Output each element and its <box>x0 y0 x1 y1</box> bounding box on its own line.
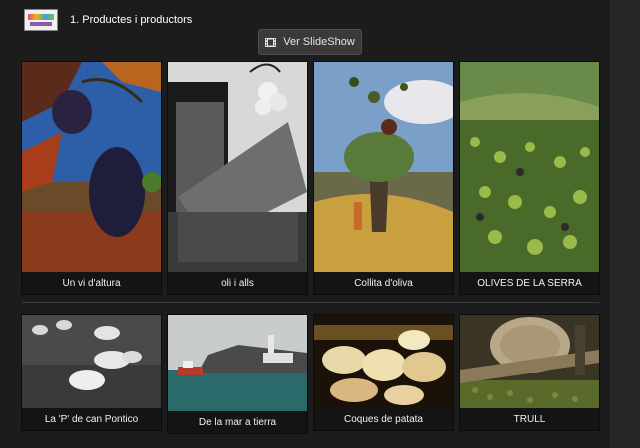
gallery-card-potato-cakes[interactable]: Coques de patata <box>314 315 453 430</box>
potato-cakes-image <box>314 315 453 408</box>
side-scroll-band <box>610 0 640 448</box>
vineyard-grapes-image <box>22 62 161 272</box>
card-caption: TRULL <box>460 408 599 430</box>
gallery-card-olives[interactable]: OLIVES DE LA SERRA <box>460 62 599 294</box>
card-caption: La 'P' de can Pontico <box>22 408 161 430</box>
card-caption: Un vi d'altura <box>22 272 161 294</box>
card-caption: De la mar a tierra <box>168 411 307 433</box>
card-caption: OLIVES DE LA SERRA <box>460 272 599 294</box>
gallery-card-oil-garlic[interactable]: oli i alls <box>168 62 307 294</box>
sheep-field-image <box>22 315 161 408</box>
album-header: 1. Productes i productors <box>24 8 192 32</box>
olive-press-image <box>460 315 599 408</box>
gallery-card-trull[interactable]: TRULL <box>460 315 599 430</box>
row-separator <box>22 302 599 303</box>
card-caption: oli i alls <box>168 272 307 294</box>
film-icon <box>265 37 277 47</box>
oil-garlic-image <box>168 62 307 272</box>
view-slideshow-button[interactable]: Ver SlideShow <box>258 29 362 55</box>
card-caption: Collita d'oliva <box>314 272 453 294</box>
brand-logo-icon <box>24 9 58 31</box>
card-caption: Coques de patata <box>314 408 453 430</box>
gallery-card-olive-harvest[interactable]: Collita d'oliva <box>314 62 453 294</box>
olive-harvest-image <box>314 62 453 272</box>
album-title: 1. Productes i productors <box>70 14 193 26</box>
gallery-card-sheep[interactable]: La 'P' de can Pontico <box>22 315 161 430</box>
gallery-card-vineyard[interactable]: Un vi d'altura <box>22 62 161 294</box>
olives-net-image <box>460 62 599 272</box>
sea-lighthouse-image <box>168 315 307 411</box>
view-slideshow-label: Ver SlideShow <box>283 36 355 48</box>
gallery-card-sea[interactable]: De la mar a tierra <box>168 315 307 433</box>
